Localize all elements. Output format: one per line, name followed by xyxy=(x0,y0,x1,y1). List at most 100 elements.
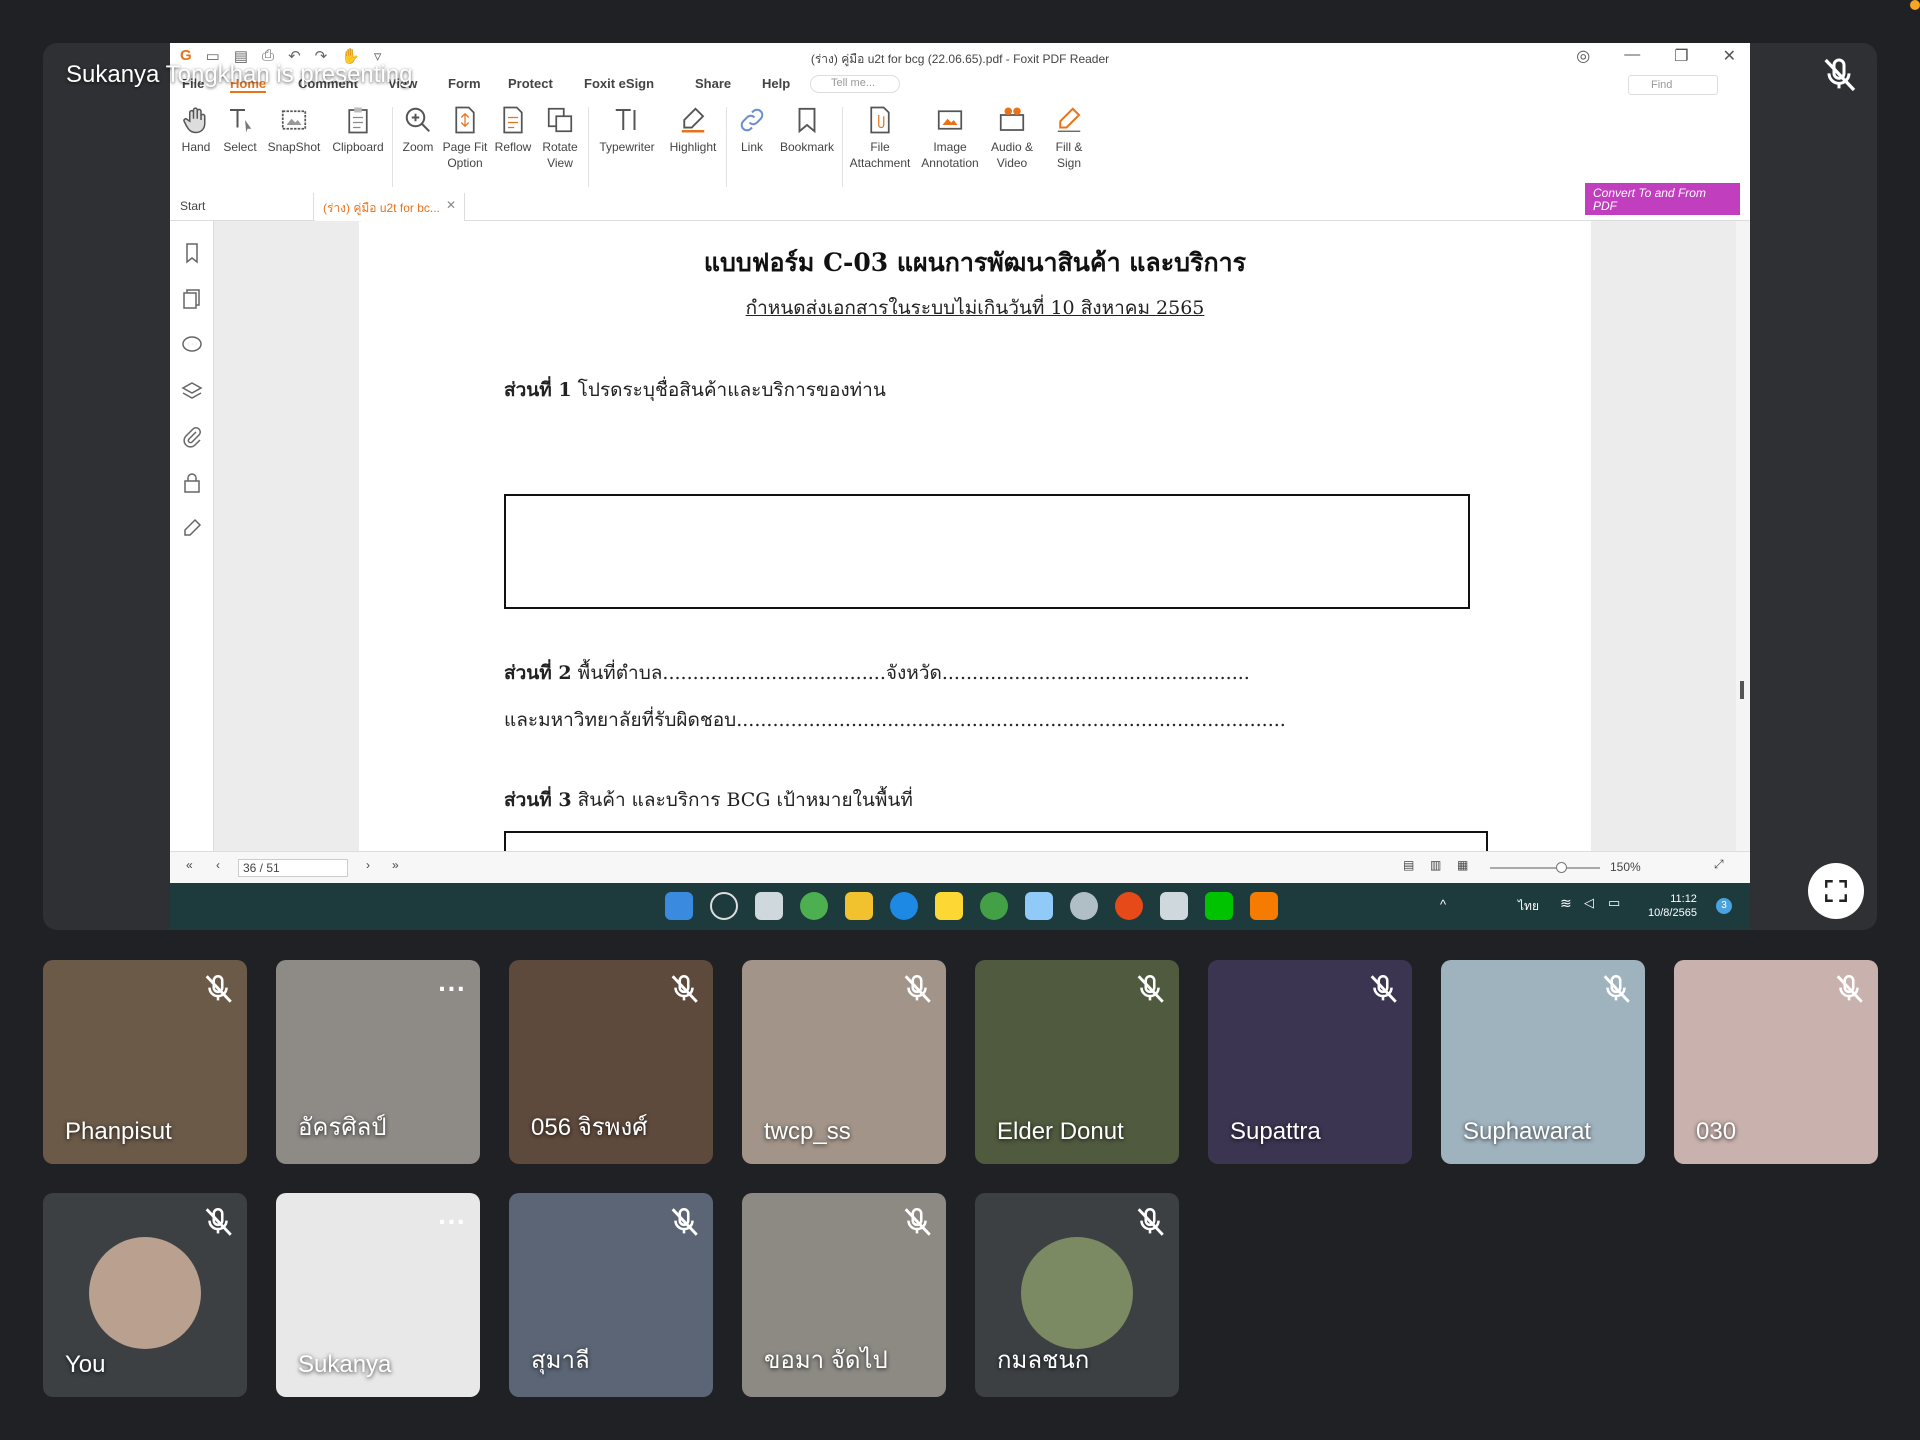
foxit-icon[interactable] xyxy=(1250,892,1278,920)
zoom-level[interactable]: 150% xyxy=(1610,860,1641,874)
start-icon[interactable] xyxy=(665,892,693,920)
app-icon[interactable] xyxy=(935,892,963,920)
rotate-view-button[interactable]: Rotate View xyxy=(538,105,582,171)
select-button[interactable]: Select xyxy=(220,105,260,155)
audio-video-button[interactable]: Audio & Video xyxy=(984,105,1040,171)
participant-tile[interactable]: You xyxy=(43,1193,247,1397)
link-button[interactable]: Link xyxy=(732,105,772,155)
page-fit-button[interactable]: Page Fit Option xyxy=(442,105,488,171)
participant-tile[interactable]: กมลชนก xyxy=(975,1193,1179,1397)
section-3-label: ส่วนที่ 3 xyxy=(504,789,572,811)
menu-help[interactable]: Help xyxy=(762,76,790,91)
file-attachment-button[interactable]: File Attachment xyxy=(846,105,914,171)
next-page-icon[interactable]: › xyxy=(366,858,370,872)
fill-sign-button[interactable]: Fill & Sign xyxy=(1044,105,1094,171)
comments-panel-icon[interactable] xyxy=(180,333,204,357)
settings-icon[interactable] xyxy=(1070,892,1098,920)
menu-foxit-esign[interactable]: Foxit eSign xyxy=(584,76,654,91)
tray-chevron-icon[interactable]: ^ xyxy=(1440,897,1446,912)
volume-icon[interactable]: ◁ xyxy=(1584,895,1594,911)
notification-badge[interactable]: 3 xyxy=(1716,898,1732,914)
participant-tile[interactable]: twcp_ss xyxy=(742,960,946,1164)
bookmark-button[interactable]: Bookmark xyxy=(776,105,838,155)
section-1-input-box xyxy=(504,494,1470,609)
single-page-view-icon[interactable]: ▤ xyxy=(1403,858,1414,872)
security-panel-icon[interactable] xyxy=(180,471,204,495)
bookmark-panel-icon[interactable] xyxy=(180,241,204,265)
zoom-slider[interactable] xyxy=(1490,862,1600,873)
search-icon[interactable] xyxy=(710,892,738,920)
participant-tile[interactable]: 030 xyxy=(1674,960,1878,1164)
page-number-input[interactable]: 36 / 51 xyxy=(238,859,348,877)
powerpoint-icon[interactable] xyxy=(1115,892,1143,920)
find-input[interactable]: Find xyxy=(1628,75,1718,95)
facing-view-icon[interactable]: ▦ xyxy=(1457,858,1468,872)
file-explorer-icon[interactable] xyxy=(845,892,873,920)
participant-tile[interactable]: สุมาลี xyxy=(509,1193,713,1397)
task-view-icon[interactable] xyxy=(755,892,783,920)
vertical-scrollbar[interactable] xyxy=(1736,221,1750,851)
section-2-text: พื้นที่ตำบล.............................… xyxy=(577,662,1250,684)
pages-panel-icon[interactable] xyxy=(180,287,204,311)
hand-button[interactable]: Hand xyxy=(176,105,216,155)
minimize-button[interactable]: — xyxy=(1624,46,1640,66)
last-page-icon[interactable]: » xyxy=(392,858,399,872)
restore-button[interactable]: ❐ xyxy=(1674,46,1688,66)
participant-tile[interactable]: Supattra xyxy=(1208,960,1412,1164)
section-1-label: ส่วนที่ 1 xyxy=(504,379,572,401)
close-tab-icon[interactable]: ✕ xyxy=(446,198,456,212)
first-page-icon[interactable]: « xyxy=(186,858,193,872)
image-annotation-button[interactable]: Image Annotation xyxy=(918,105,982,171)
layers-panel-icon[interactable] xyxy=(180,379,204,403)
typewriter-button[interactable]: Typewriter xyxy=(594,105,660,155)
participant-tile[interactable]: ... อัครศิลป์ xyxy=(276,960,480,1164)
app-icon[interactable] xyxy=(1025,892,1053,920)
zoom-button[interactable]: Zoom xyxy=(398,105,438,155)
taskbar-clock[interactable]: 11:12 10/8/2565 xyxy=(1648,892,1697,920)
prev-page-icon[interactable]: ‹ xyxy=(216,858,220,872)
menu-share[interactable]: Share xyxy=(695,76,731,91)
tell-me-input[interactable]: Tell me... xyxy=(810,75,900,93)
highlight-button[interactable]: Highlight xyxy=(664,105,722,155)
mic-off-icon xyxy=(1370,974,1397,1003)
tab-start[interactable]: Start xyxy=(174,193,314,221)
menu-form[interactable]: Form xyxy=(448,76,481,91)
wifi-icon[interactable]: ≋ xyxy=(1560,895,1572,912)
menu-protect[interactable]: Protect xyxy=(508,76,553,91)
document-tabbar: Start (ร่าง) คู่มือ u2t for bc... ✕ xyxy=(170,193,1570,221)
typewriter-label: Typewriter xyxy=(599,140,655,154)
more-options-icon[interactable]: ... xyxy=(438,972,466,997)
language-indicator[interactable]: ไทย xyxy=(1518,897,1539,916)
line-icon[interactable] xyxy=(1205,892,1233,920)
participant-tile[interactable]: Suphawarat xyxy=(1441,960,1645,1164)
close-button[interactable]: ✕ xyxy=(1723,46,1736,66)
section-1: ส่วนที่ 1 โปรดระบุชื่อสินค้าและบริการของ… xyxy=(504,375,886,405)
tab-document[interactable]: (ร่าง) คู่มือ u2t for bc... ✕ xyxy=(315,193,465,221)
more-options-icon[interactable]: ... xyxy=(438,1205,466,1230)
participant-name: 030 xyxy=(1696,1118,1737,1145)
attachments-panel-icon[interactable] xyxy=(180,425,204,449)
clipboard-button[interactable]: Clipboard xyxy=(328,105,388,155)
participant-tile[interactable]: ... Sukanya xyxy=(276,1193,480,1397)
file-attachment-label: File Attachment xyxy=(849,140,911,170)
account-icon[interactable]: ◎ xyxy=(1576,46,1590,66)
app-icon[interactable] xyxy=(1160,892,1188,920)
snapshot-button[interactable]: SnapShot xyxy=(264,105,324,155)
reflow-button[interactable]: Reflow xyxy=(492,105,534,155)
avatar xyxy=(1021,1237,1133,1349)
participant-tile[interactable]: Elder Donut xyxy=(975,960,1179,1164)
app-icon[interactable] xyxy=(980,892,1008,920)
fullscreen-button[interactable] xyxy=(1808,863,1864,919)
snapshot-label: SnapShot xyxy=(267,140,321,154)
participant-tile[interactable]: Phanpisut xyxy=(43,960,247,1164)
battery-icon[interactable]: ▭ xyxy=(1608,895,1620,911)
participant-tile[interactable]: 056 จิรพงศ์ xyxy=(509,960,713,1164)
continuous-view-icon[interactable]: ▥ xyxy=(1430,858,1441,872)
edge-icon[interactable] xyxy=(890,892,918,920)
chrome-icon[interactable] xyxy=(800,892,828,920)
signature-panel-icon[interactable] xyxy=(180,517,204,541)
fullscreen-toggle-icon[interactable]: ⤢ xyxy=(1714,857,1724,872)
participant-tile[interactable]: ขอมา จัดไป xyxy=(742,1193,946,1397)
convert-pdf-banner[interactable]: Convert To and From PDF xyxy=(1585,183,1740,215)
clock-date: 10/8/2565 xyxy=(1648,907,1697,919)
